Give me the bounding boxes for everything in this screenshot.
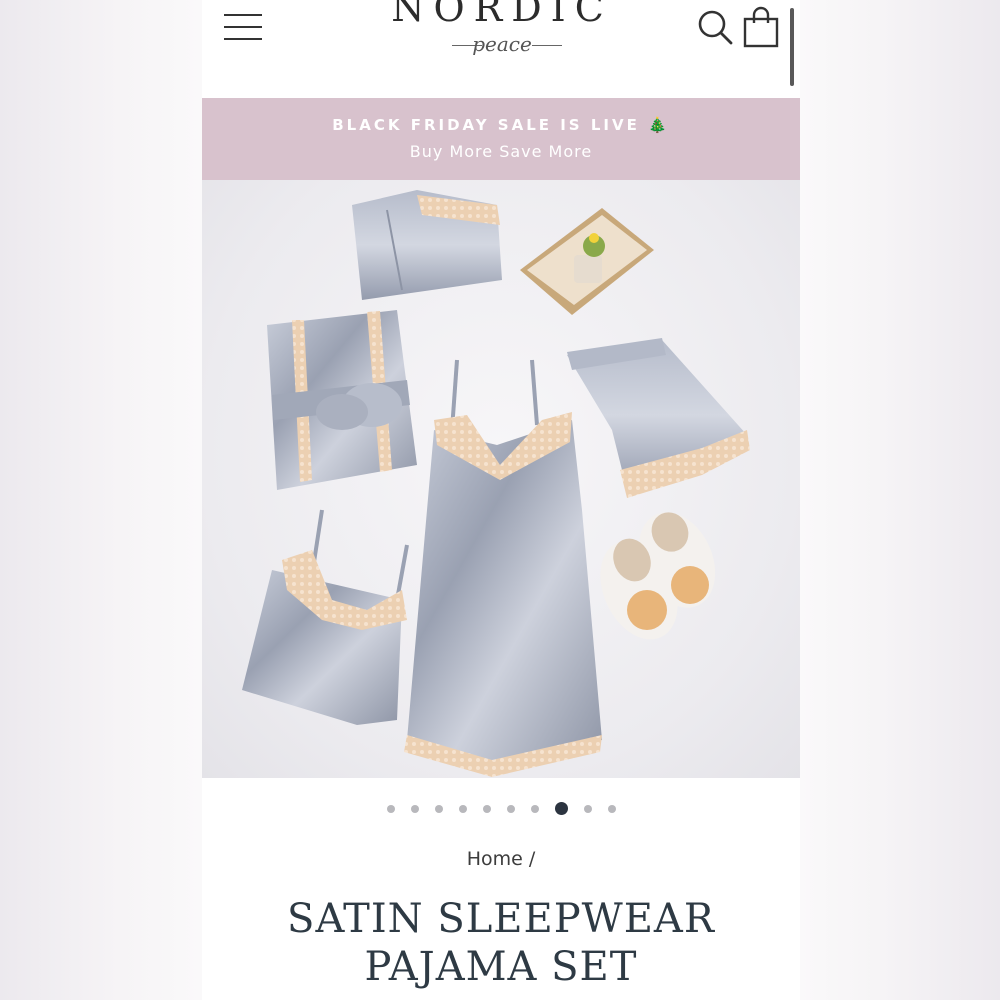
promo-subtitle: Buy More Save More [409, 142, 593, 161]
carousel-dot[interactable] [458, 804, 467, 813]
breadcrumb-home-link[interactable]: Home [467, 848, 523, 870]
product-title-line2: PAJAMA SET [364, 944, 638, 990]
promo-banner[interactable]: BLACK FRIDAY SALE IS LIVE 🎄 Buy More Sav… [202, 98, 800, 180]
smiley-slippers [600, 512, 716, 640]
satin-pants [352, 190, 502, 300]
carousel-dot[interactable] [506, 804, 515, 813]
carousel-dot[interactable] [386, 804, 395, 813]
logo-wordmark: NORDIC [391, 0, 613, 30]
carousel-dot[interactable] [530, 804, 539, 813]
logo-tagline: peace [472, 32, 532, 56]
image-carousel-dots [202, 798, 800, 818]
carousel-dot-active[interactable] [554, 802, 568, 815]
carousel-dot[interactable] [410, 804, 419, 813]
carousel-dot[interactable] [482, 804, 491, 813]
product-photo-illustration [242, 190, 750, 777]
search-icon[interactable] [696, 8, 734, 46]
site-logo[interactable]: NORDIC peace [362, 0, 642, 80]
carousel-dot[interactable] [583, 804, 592, 813]
mobile-page: NORDIC peace BLACK FRIDAY SALE IS LIVE 🎄… [202, 0, 800, 1000]
satin-robe [267, 310, 417, 490]
breadcrumb-separator: / [528, 848, 536, 870]
product-title-line1: SATIN SLEEPWEAR [287, 896, 715, 942]
promo-title: BLACK FRIDAY SALE IS LIVE 🎄 [332, 116, 670, 134]
site-header: NORDIC peace [202, 0, 800, 98]
satin-slip-dress [404, 359, 602, 777]
scrollbar[interactable] [790, 8, 794, 86]
carousel-dot[interactable] [607, 804, 616, 813]
satin-shorts [567, 338, 750, 498]
satin-cami-top [242, 509, 409, 725]
carousel-dot[interactable] [434, 804, 443, 813]
product-image[interactable] [202, 180, 800, 778]
basket-decor [520, 208, 654, 315]
breadcrumb: Home / [202, 848, 800, 870]
shopping-bag-icon[interactable] [742, 6, 780, 48]
hamburger-menu-icon[interactable] [224, 12, 264, 42]
product-title: SATIN SLEEPWEAR PAJAMA SET [242, 895, 760, 991]
